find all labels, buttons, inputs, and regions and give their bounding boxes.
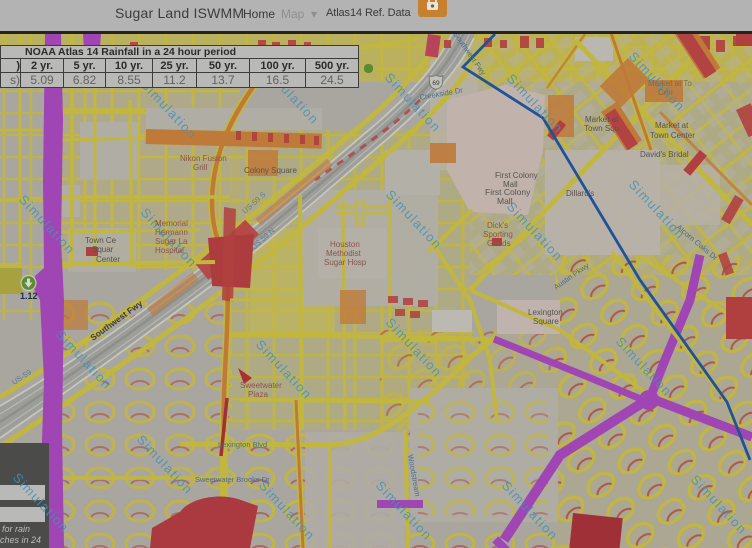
- svg-text:Colony Square: Colony Square: [244, 166, 297, 175]
- svg-text:Houston: Houston: [330, 240, 360, 249]
- svg-text:Town Ce: Town Ce: [85, 236, 117, 245]
- svg-text:Sweetwater Brooks Dr: Sweetwater Brooks Dr: [195, 475, 270, 484]
- svg-text:Plaza: Plaza: [248, 390, 269, 399]
- svg-text:Sweetwater: Sweetwater: [240, 381, 282, 390]
- svg-text:Lexington Blvd: Lexington Blvd: [218, 440, 267, 449]
- svg-text:Hospital: Hospital: [155, 246, 184, 255]
- svg-text:David's Bridal: David's Bridal: [640, 150, 689, 159]
- svg-text:Market at: Market at: [585, 115, 619, 124]
- svg-text:Sporting: Sporting: [483, 230, 513, 239]
- svg-text:Town Center: Town Center: [650, 131, 695, 140]
- svg-text:Squar: Squar: [92, 245, 114, 254]
- svg-text:Grill: Grill: [193, 163, 207, 172]
- svg-text:Dillard's: Dillard's: [566, 189, 594, 198]
- svg-text:Mall: Mall: [497, 196, 513, 206]
- svg-text:ches in 24: ches in 24: [0, 535, 41, 545]
- svg-text:Market at: Market at: [655, 121, 689, 130]
- svg-text:Sugar Hosp: Sugar Hosp: [324, 258, 367, 267]
- svg-text:Goods: Goods: [487, 239, 511, 248]
- svg-text:Square: Square: [533, 317, 559, 326]
- svg-text:for rain: for rain: [2, 524, 30, 534]
- svg-text:69: 69: [432, 80, 440, 87]
- svg-text:Memorial: Memorial: [155, 219, 188, 228]
- svg-text:Dick's: Dick's: [487, 221, 508, 230]
- svg-text:Lexington: Lexington: [528, 308, 563, 317]
- svg-text:Methodist: Methodist: [326, 249, 361, 258]
- svg-text:Town Squ: Town Squ: [584, 124, 619, 133]
- svg-text:Market at To: Market at To: [648, 79, 692, 88]
- svg-text:Nikon Fusion: Nikon Fusion: [180, 154, 227, 163]
- svg-text:Hermann: Hermann: [155, 228, 188, 237]
- svg-text:Center: Center: [96, 255, 120, 264]
- svg-text:Cen: Cen: [658, 88, 673, 97]
- svg-text:1.12: 1.12: [20, 291, 38, 301]
- svg-text:Sugar La: Sugar La: [155, 237, 188, 246]
- svg-text:First Colony: First Colony: [495, 171, 538, 180]
